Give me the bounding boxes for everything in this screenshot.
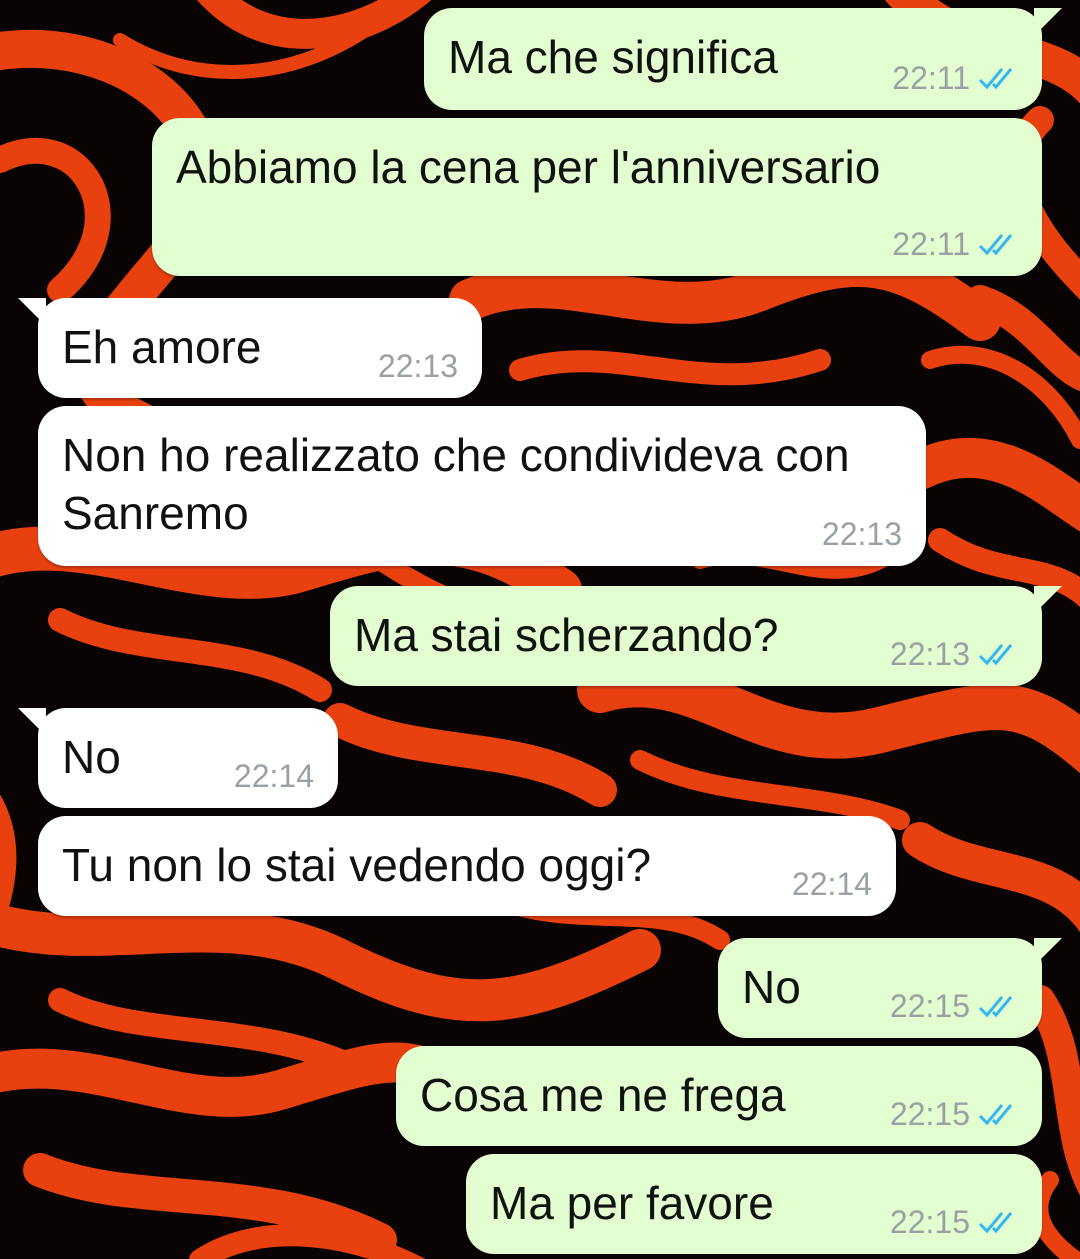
bubble-tail xyxy=(1034,586,1062,614)
message-timestamp: 22:15 xyxy=(889,988,970,1024)
message-bubble-outgoing[interactable]: Ma che significa 22:11 xyxy=(424,8,1062,110)
message-bubble-incoming[interactable]: Tu non lo stai vedendo oggi? 22:14 xyxy=(38,816,896,916)
message-timestamp: 22:13 xyxy=(889,636,970,672)
message-meta: 22:11 xyxy=(892,226,1018,262)
message-bubble-incoming[interactable]: Eh amore 22:13 xyxy=(18,298,482,398)
bubble-tail xyxy=(18,298,46,326)
message-bubble-outgoing[interactable]: Abbiamo la cena per l'anniversario 22:11 xyxy=(152,118,1042,276)
message-timestamp: 22:13 xyxy=(821,516,902,552)
message-meta: 22:13 xyxy=(822,516,902,552)
message-meta: 22:14 xyxy=(234,758,314,794)
message-bubble-outgoing[interactable]: Ma stai scherzando? 22:13 xyxy=(330,586,1062,686)
bubble-tail xyxy=(1034,8,1062,36)
message-meta: 22:15 xyxy=(890,1204,1018,1240)
message-bubble-outgoing[interactable]: Cosa me ne frega 22:15 xyxy=(396,1046,1042,1146)
message-text: Tu non lo stai vedendo oggi? xyxy=(62,839,652,891)
message-timestamp: 22:15 xyxy=(889,1096,970,1132)
message-meta: 22:15 xyxy=(890,988,1018,1024)
bubble-tail xyxy=(1034,938,1062,966)
message-list[interactable]: Ma che significa 22:11 Abbiamo la cena p… xyxy=(0,0,1080,1259)
message-timestamp: 22:14 xyxy=(791,866,872,902)
double-check-read-icon xyxy=(978,1210,1018,1234)
message-meta: 22:15 xyxy=(890,1096,1018,1132)
bubble-tail xyxy=(18,708,46,736)
message-meta: 22:13 xyxy=(378,348,458,384)
double-check-read-icon xyxy=(978,66,1018,90)
message-timestamp: 22:14 xyxy=(233,758,314,794)
message-timestamp: 22:11 xyxy=(892,60,970,96)
message-bubble-outgoing[interactable]: Ma per favore 22:15 xyxy=(466,1154,1042,1254)
message-timestamp: 22:15 xyxy=(889,1204,970,1240)
double-check-read-icon xyxy=(978,1102,1018,1126)
message-meta: 22:14 xyxy=(792,866,872,902)
double-check-read-icon xyxy=(978,994,1018,1018)
message-text: Abbiamo la cena per l'anniversario xyxy=(176,141,881,193)
message-timestamp: 22:13 xyxy=(377,348,458,384)
message-timestamp: 22:11 xyxy=(892,226,970,262)
message-bubble-outgoing[interactable]: No 22:15 xyxy=(718,938,1062,1038)
double-check-read-icon xyxy=(978,642,1018,666)
message-meta: 22:13 xyxy=(890,636,1018,672)
message-text: Non ho realizzato che condivideva con Sa… xyxy=(62,429,863,539)
message-bubble-incoming[interactable]: No 22:14 xyxy=(18,708,338,808)
double-check-read-icon xyxy=(978,232,1018,256)
message-bubble-incoming[interactable]: Non ho realizzato che condivideva con Sa… xyxy=(38,406,926,566)
message-meta: 22:11 xyxy=(892,60,1018,96)
